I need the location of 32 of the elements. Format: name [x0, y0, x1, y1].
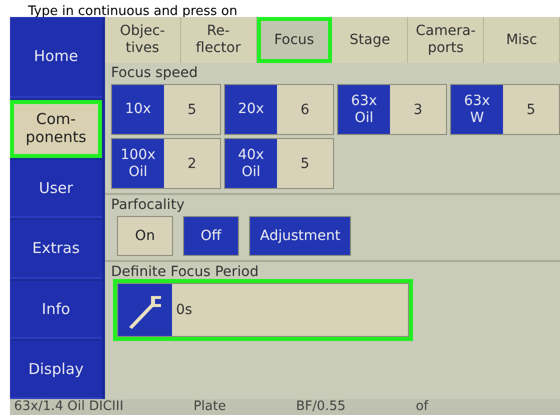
sidebar-item[interactable]: Display: [10, 340, 102, 399]
status-text: BF/0.55: [296, 399, 346, 415]
sidebar-item[interactable]: Com- ponents: [10, 100, 102, 158]
speed-value: 5: [164, 85, 220, 134]
objective-button[interactable]: 63x Oil: [338, 85, 390, 134]
sidebar-item[interactable]: Extras: [10, 220, 102, 278]
objective-button[interactable]: 40x Oil: [225, 139, 277, 188]
speed-value: 5: [503, 85, 559, 134]
caption-text: Type in continuous and press on: [28, 4, 238, 20]
speed-value: 2: [164, 139, 220, 188]
parfocality-button[interactable]: Adjustment: [249, 216, 352, 256]
objective-button[interactable]: 20x: [225, 85, 277, 134]
tab[interactable]: Focus: [256, 17, 332, 63]
status-text: of: [416, 399, 428, 415]
objective-button[interactable]: 63x W: [451, 85, 503, 134]
parfocality-button[interactable]: On: [117, 216, 173, 256]
speed-value: 3: [390, 85, 446, 134]
section-label: Definite Focus Period: [111, 264, 259, 280]
parfocality-button[interactable]: Off: [183, 216, 239, 256]
objective-button[interactable]: 10x: [112, 85, 164, 134]
status-text: Plate: [193, 399, 226, 415]
sidebar-item[interactable]: User: [10, 160, 102, 218]
sidebar-item[interactable]: Info: [10, 280, 102, 339]
section-label: Focus speed: [111, 65, 198, 81]
speed-value: 6: [277, 85, 333, 134]
speed-value: 5: [277, 139, 333, 188]
sidebar-item[interactable]: Home: [10, 17, 102, 98]
wrench-button[interactable]: [118, 284, 172, 336]
objective-button[interactable]: 100x Oil: [112, 139, 164, 188]
period-value: 0s: [176, 302, 192, 318]
status-text: 63x/1.4 Oil DICIII: [14, 399, 124, 415]
section-label: Parfocality: [111, 197, 184, 213]
